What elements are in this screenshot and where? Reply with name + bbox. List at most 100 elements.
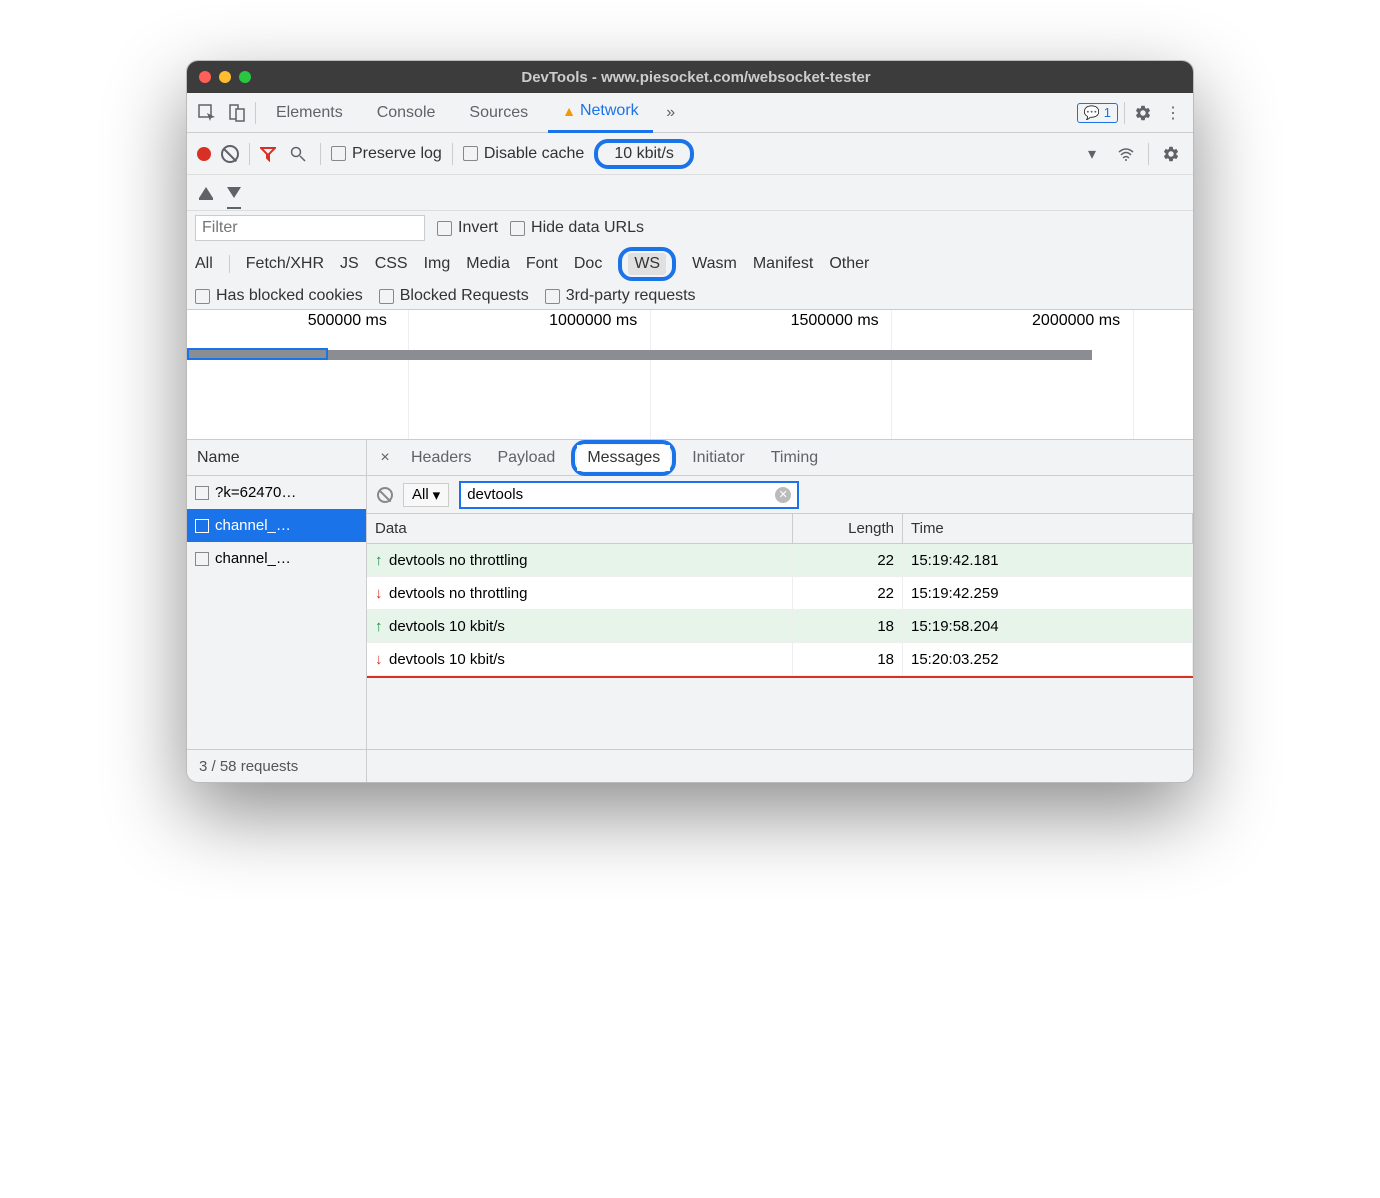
message-row[interactable]: ↑ devtools no throttling2215:19:42.181 xyxy=(367,544,1193,577)
chevron-down-icon: ▾ xyxy=(433,486,441,504)
col-length-header[interactable]: Length xyxy=(793,514,903,543)
request-row[interactable]: channel_… xyxy=(187,509,366,542)
timeline-tick: 500000 ms xyxy=(308,312,387,330)
type-filter-manifest[interactable]: Manifest xyxy=(753,255,813,273)
network-settings-icon[interactable] xyxy=(1159,142,1183,166)
status-bar-row: 3 / 58 requests xyxy=(187,750,1193,782)
tab-messages[interactable]: Messages xyxy=(577,445,670,471)
tab-network[interactable]: ▲ Network xyxy=(548,93,653,133)
request-detail: × Headers Payload Messages Initiator Tim… xyxy=(367,440,1193,749)
file-icon xyxy=(195,519,209,533)
messages-highlight: Messages xyxy=(571,440,676,476)
main-tabstrip: Elements Console Sources ▲ Network » 💬 1… xyxy=(187,93,1193,133)
tab-initiator[interactable]: Initiator xyxy=(682,445,754,471)
ws-highlight: WS xyxy=(618,247,676,281)
request-list: Name ?k=62470…channel_…channel_… xyxy=(187,440,367,749)
search-icon[interactable] xyxy=(286,142,310,166)
arrow-up-icon: ↑ xyxy=(375,552,389,569)
blocked-requests-checkbox[interactable]: Blocked Requests xyxy=(379,287,529,305)
settings-icon[interactable] xyxy=(1131,101,1155,125)
arrow-up-icon: ↑ xyxy=(375,618,389,635)
messages-table: Data Length Time ↑ devtools no throttlin… xyxy=(367,514,1193,749)
messages-header: Data Length Time xyxy=(367,514,1193,544)
kebab-menu-icon[interactable]: ⋮ xyxy=(1161,101,1185,125)
messages-filter-bar: All▾ ✕ xyxy=(367,476,1193,514)
type-filter-all[interactable]: All xyxy=(195,255,213,273)
overview-timeline[interactable]: 500000 ms 1000000 ms 1500000 ms 2000000 … xyxy=(187,310,1193,440)
col-time-header[interactable]: Time xyxy=(903,514,1193,543)
inspect-icon[interactable] xyxy=(195,101,219,125)
message-type-select[interactable]: All▾ xyxy=(403,483,449,507)
titlebar: DevTools - www.piesocket.com/websocket-t… xyxy=(187,61,1193,93)
timeline-bar xyxy=(328,350,1093,360)
timeline-tick: 1000000 ms xyxy=(549,312,637,330)
request-count-status: 3 / 58 requests xyxy=(187,750,367,782)
tab-headers[interactable]: Headers xyxy=(401,445,481,471)
col-data-header[interactable]: Data xyxy=(367,514,793,543)
third-party-checkbox[interactable]: 3rd-party requests xyxy=(545,287,696,305)
devtools-window: DevTools - www.piesocket.com/websocket-t… xyxy=(186,60,1194,783)
type-filter-img[interactable]: Img xyxy=(424,255,451,273)
tab-timing[interactable]: Timing xyxy=(761,445,828,471)
filter-input[interactable] xyxy=(195,215,425,241)
preserve-log-checkbox[interactable]: Preserve log xyxy=(331,145,442,163)
request-row[interactable]: ?k=62470… xyxy=(187,476,366,509)
type-filter-media[interactable]: Media xyxy=(466,255,510,273)
message-row[interactable]: ↓ devtools 10 kbit/s1815:20:03.252 xyxy=(367,643,1193,676)
timeline-tick: 2000000 ms xyxy=(1032,312,1120,330)
window-title: DevTools - www.piesocket.com/websocket-t… xyxy=(267,69,1125,86)
throttle-dropdown-icon[interactable]: ▾ xyxy=(1080,142,1104,166)
type-filter-fetchxhr[interactable]: Fetch/XHR xyxy=(246,255,324,273)
more-tabs-icon[interactable]: » xyxy=(659,101,683,125)
type-filter-css[interactable]: CSS xyxy=(375,255,408,273)
clear-search-button[interactable]: ✕ xyxy=(775,487,791,503)
type-filter-wasm[interactable]: Wasm xyxy=(692,255,737,273)
import-export-bar xyxy=(187,175,1193,211)
message-row[interactable]: ↑ devtools 10 kbit/s1815:19:58.204 xyxy=(367,610,1193,643)
arrow-down-icon: ↓ xyxy=(375,585,389,602)
tab-console[interactable]: Console xyxy=(363,93,450,133)
record-button[interactable] xyxy=(197,147,211,161)
throttle-highlight: 10 kbit/s xyxy=(594,139,694,169)
message-row[interactable]: ↓ devtools no throttling2215:19:42.259 xyxy=(367,577,1193,610)
issues-badge[interactable]: 💬 1 xyxy=(1077,103,1118,123)
name-column-header[interactable]: Name xyxy=(187,440,366,476)
detail-tabstrip: × Headers Payload Messages Initiator Tim… xyxy=(367,440,1193,476)
warning-icon: ▲ xyxy=(562,103,576,119)
type-filter-font[interactable]: Font xyxy=(526,255,558,273)
network-split: Name ?k=62470…channel_…channel_… × Heade… xyxy=(187,440,1193,750)
clear-messages-button[interactable] xyxy=(377,487,393,503)
invert-checkbox[interactable]: Invert xyxy=(437,219,498,237)
blocked-cookies-checkbox[interactable]: Has blocked cookies xyxy=(195,287,363,305)
minimize-window-button[interactable] xyxy=(219,71,231,83)
file-icon xyxy=(195,486,209,500)
type-filter-ws[interactable]: WS xyxy=(628,253,666,275)
window-controls xyxy=(199,71,251,83)
request-row[interactable]: channel_… xyxy=(187,542,366,575)
close-window-button[interactable] xyxy=(199,71,211,83)
network-toolbar: Preserve log Disable cache 10 kbit/s ▾ xyxy=(187,133,1193,175)
upload-icon[interactable] xyxy=(199,187,213,198)
download-icon[interactable] xyxy=(227,187,241,198)
type-filter-doc[interactable]: Doc xyxy=(574,255,602,273)
filter-toggle-icon[interactable] xyxy=(260,146,276,162)
arrow-down-icon: ↓ xyxy=(375,651,389,668)
hide-data-urls-checkbox[interactable]: Hide data URLs xyxy=(510,219,644,237)
wifi-icon[interactable] xyxy=(1114,142,1138,166)
close-detail-button[interactable]: × xyxy=(375,449,395,467)
disable-cache-checkbox[interactable]: Disable cache xyxy=(463,145,585,163)
timeline-tick: 1500000 ms xyxy=(791,312,879,330)
type-filter-other[interactable]: Other xyxy=(829,255,869,273)
message-search-input[interactable] xyxy=(467,486,775,503)
clear-button[interactable] xyxy=(221,145,239,163)
timeline-selection[interactable] xyxy=(187,348,328,360)
device-mode-icon[interactable] xyxy=(225,101,249,125)
type-filter-js[interactable]: JS xyxy=(340,255,359,273)
file-icon xyxy=(195,552,209,566)
maximize-window-button[interactable] xyxy=(239,71,251,83)
tab-payload[interactable]: Payload xyxy=(487,445,565,471)
throttle-select[interactable]: 10 kbit/s xyxy=(604,142,684,165)
tab-sources[interactable]: Sources xyxy=(455,93,542,133)
filter-panel: Invert Hide data URLs All Fetch/XHR JS CSS I… xyxy=(187,211,1193,310)
tab-elements[interactable]: Elements xyxy=(262,93,357,133)
